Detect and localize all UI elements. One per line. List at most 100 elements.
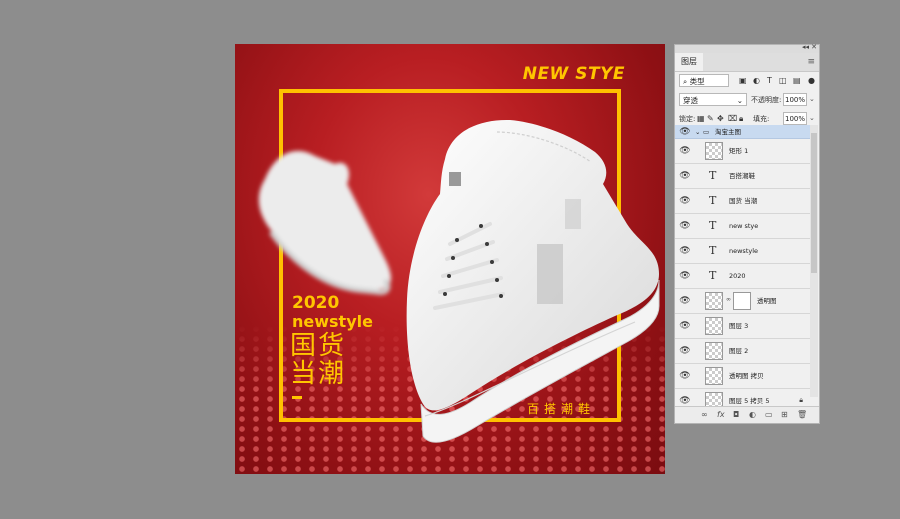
panel-tabrow: 图层 ≡ <box>675 53 819 72</box>
layers-scrollbar[interactable] <box>810 125 818 397</box>
layer-name: 图层 3 <box>729 322 749 330</box>
layer-row[interactable]: 👁︎ T 2020 <box>675 264 811 289</box>
text-layer-icon: T <box>709 219 717 232</box>
layer-name: 矩形 1 <box>729 147 749 155</box>
pixel-filter-icon[interactable]: ▣ <box>739 76 747 85</box>
fill-input[interactable]: 100% <box>783 112 807 125</box>
headline-text: NEW STYE <box>522 64 625 84</box>
visibility-eye-icon[interactable]: 👁︎ <box>679 321 691 331</box>
layers-panel: ◂◂ ✕ 图层 ≡ ⌕ 类型 ▣ ◐ T ◫ ▤ ● 穿透 ⌄ 不透明度: 10… <box>674 43 820 424</box>
layer-mask-thumbnail[interactable] <box>733 292 751 310</box>
blend-mode-select[interactable]: 穿透 ⌄ <box>679 93 747 106</box>
sneaker-illustrations <box>258 119 660 443</box>
layer-name: 2020 <box>729 272 746 280</box>
layer-row[interactable]: 👁︎ 图层 2 <box>675 339 811 364</box>
layer-row[interactable]: 👁︎ T new stye <box>675 214 811 239</box>
tab-layers[interactable]: 图层 <box>675 53 703 71</box>
lock-all-icon[interactable]: 🔒︎ <box>739 114 743 124</box>
collapse-icon[interactable]: ◂◂ <box>802 43 809 51</box>
adjustment-filter-icon[interactable]: ◐ <box>753 76 760 85</box>
layer-thumbnail <box>705 342 723 360</box>
search-icon: ⌕ <box>683 77 690 86</box>
text-layer-icon: T <box>709 269 717 282</box>
fill-chevron-icon[interactable]: ⌄ <box>809 114 815 122</box>
opacity-chevron-icon[interactable]: ⌄ <box>809 95 815 103</box>
opacity-input[interactable]: 100% <box>783 93 807 106</box>
visibility-eye-icon[interactable]: 👁︎ <box>679 296 691 306</box>
close-icon[interactable]: ✕ <box>811 43 817 51</box>
filter-row: ⌕ 类型 ▣ ◐ T ◫ ▤ ● <box>675 72 819 91</box>
lock-artboard-icon[interactable]: ⌧ <box>728 114 737 123</box>
filter-toggle-icon[interactable]: ● <box>808 76 815 85</box>
group-expand-icon[interactable]: ⌄ <box>695 127 700 137</box>
blend-mode-value: 穿透 <box>683 96 698 105</box>
blend-row: 穿透 ⌄ 不透明度: 100% ⌄ <box>675 91 819 110</box>
lock-icon: 🔒︎ <box>799 396 803 404</box>
scrollbar-thumb[interactable] <box>811 133 817 273</box>
layer-row[interactable]: 👁︎ 图层 3 <box>675 314 811 339</box>
lock-position-icon[interactable]: ✥ <box>717 114 724 123</box>
filter-kind-select[interactable]: ⌕ 类型 <box>679 74 729 87</box>
lock-paint-icon[interactable]: ✎ <box>707 114 714 123</box>
visibility-eye-icon[interactable]: 👁︎ <box>679 196 691 206</box>
smart-object-filter-icon[interactable]: ▤ <box>793 76 801 85</box>
background-sneaker <box>258 150 391 295</box>
visibility-eye-icon[interactable]: 👁︎ <box>679 171 691 181</box>
cn-title-line2: 当潮 <box>290 359 347 389</box>
layer-group-row[interactable]: 👁︎ ⌄ ▭ 淘宝主图 <box>675 125 811 139</box>
cn-title-line1: 国货 <box>290 331 347 361</box>
shape-filter-icon[interactable]: ◫ <box>779 76 787 85</box>
layer-thumbnail <box>705 292 723 310</box>
link-layers-icon[interactable]: ∞ <box>701 410 708 419</box>
layer-thumbnail <box>705 367 723 385</box>
layer-row[interactable]: 👁︎ ∞ 透明图 <box>675 289 811 314</box>
delete-layer-icon[interactable]: 🗑︎ <box>797 410 807 419</box>
new-group-icon[interactable]: ▭ <box>765 410 773 419</box>
layer-name: 图层 2 <box>729 347 749 355</box>
main-sneaker <box>406 119 660 443</box>
fx-icon[interactable]: fx <box>717 410 725 419</box>
visibility-eye-icon[interactable]: 👁︎ <box>679 221 691 231</box>
lock-label: 锁定: <box>679 115 696 123</box>
adjustment-layer-icon[interactable]: ◐ <box>749 410 756 419</box>
layer-row[interactable]: 👁︎ 矩形 1 <box>675 139 811 164</box>
newstyle-text: newstyle <box>292 312 373 331</box>
accent-dash <box>292 396 302 399</box>
layer-name: 透明图 拷贝 <box>729 372 764 380</box>
layer-row[interactable]: 👁︎ 透明图 拷贝 <box>675 364 811 389</box>
visibility-eye-icon[interactable]: 👁︎ <box>679 127 691 137</box>
chevron-down-icon: ⌄ <box>736 96 743 105</box>
visibility-eye-icon[interactable]: 👁︎ <box>679 246 691 256</box>
new-layer-icon[interactable]: ⊞ <box>781 410 788 419</box>
opacity-label: 不透明度: <box>751 96 782 104</box>
layer-thumbnail <box>705 317 723 335</box>
panel-footer: ∞ fx ◘ ◐ ▭ ⊞ 🗑︎ <box>675 406 819 423</box>
type-filter-icon[interactable]: T <box>767 76 772 85</box>
visibility-eye-icon[interactable]: 👁︎ <box>679 146 691 156</box>
folder-icon: ▭ <box>703 127 710 136</box>
layer-row[interactable]: 👁︎ T newstyle <box>675 239 811 264</box>
fill-label: 填充: <box>753 115 770 123</box>
layer-name: 百搭潮鞋 <box>729 172 755 180</box>
visibility-eye-icon[interactable]: 👁︎ <box>679 371 691 381</box>
mask-link-icon[interactable]: ∞ <box>726 296 731 303</box>
panel-topbar: ◂◂ ✕ <box>675 43 819 53</box>
slogan-text: 百搭潮鞋 <box>527 402 596 416</box>
layer-row[interactable]: 👁︎ T 国货 当潮 <box>675 189 811 214</box>
layer-name: newstyle <box>729 247 759 255</box>
document-canvas[interactable]: NEW STYE 2020 newstyle 国货 当潮 百搭潮鞋 <box>235 44 665 474</box>
layers-list: 👁︎ ⌄ ▭ 淘宝主图 👁︎ 矩形 1 👁︎ T 百搭潮鞋 👁︎ T 国货 当潮… <box>675 125 811 414</box>
year-text: 2020 <box>292 293 340 313</box>
layer-name: 透明图 <box>757 297 777 305</box>
add-mask-icon[interactable]: ◘ <box>733 410 739 419</box>
text-layer-icon: T <box>709 194 717 207</box>
text-layer-icon: T <box>709 244 717 257</box>
filter-kind-value: 类型 <box>689 77 705 86</box>
visibility-eye-icon[interactable]: 👁︎ <box>679 271 691 281</box>
lock-transparent-icon[interactable]: ▦ <box>697 114 705 123</box>
panel-menu-icon[interactable]: ≡ <box>807 57 815 67</box>
visibility-eye-icon[interactable]: 👁︎ <box>679 346 691 356</box>
visibility-eye-icon[interactable]: 👁︎ <box>679 396 691 406</box>
layer-name: 图层 5 拷贝 5 <box>729 397 770 405</box>
layer-row[interactable]: 👁︎ T 百搭潮鞋 <box>675 164 811 189</box>
